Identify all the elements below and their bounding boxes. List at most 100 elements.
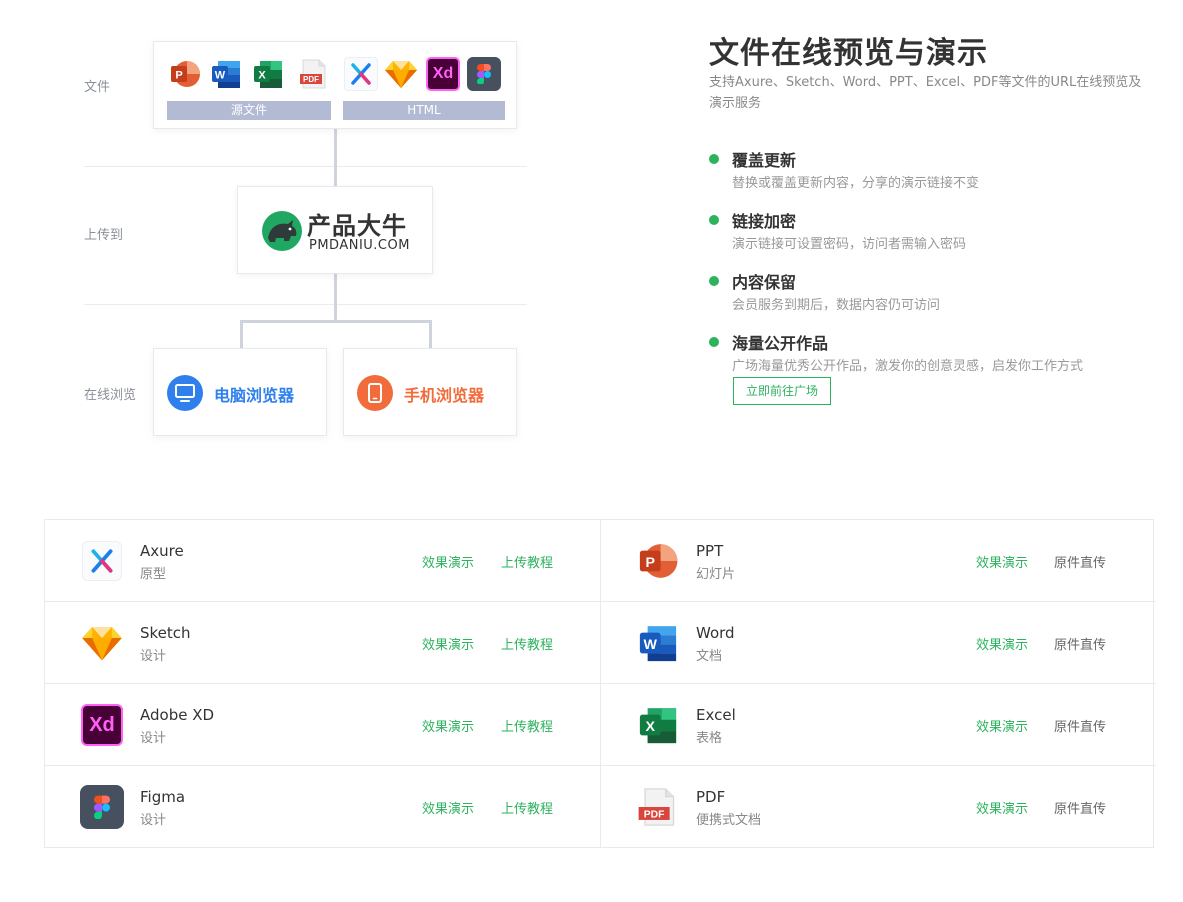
direct-upload-link[interactable]: 原件直传 — [1054, 634, 1106, 653]
desktop-browser-label: 电脑浏览器 — [214, 386, 295, 405]
svg-text:P: P — [175, 70, 182, 82]
brand-domain: PMDANIU.COM — [309, 238, 410, 253]
source-files-bar: 源文件 — [167, 101, 331, 120]
figma-icon — [80, 785, 124, 829]
upload-tutorial-link[interactable]: 上传教程 — [501, 798, 553, 817]
page-description: 支持Axure、Sketch、Word、PPT、Excel、PDF等文件的URL… — [709, 75, 1142, 111]
table-row: X Excel 表格 效果演示 原件直传 — [601, 684, 1156, 766]
file-type-name: Sketch — [140, 624, 191, 642]
file-type-name: Excel — [696, 706, 736, 724]
goto-square-button[interactable]: 立即前往广场 — [733, 377, 831, 405]
demo-link[interactable]: 效果演示 — [422, 798, 474, 817]
table-row: P PPT 幻灯片 效果演示 原件直传 — [601, 520, 1156, 602]
svg-text:PDF: PDF — [644, 809, 665, 820]
file-type-name: PDF — [696, 788, 726, 806]
excel-icon: X — [636, 703, 680, 747]
file-type-name: Axure — [140, 542, 184, 560]
phone-icon — [357, 375, 393, 411]
feature-desc: 替换或覆盖更新内容，分享的演示链接不变 — [732, 176, 980, 191]
bullet-dot-icon — [709, 154, 719, 164]
svg-text:PDF: PDF — [303, 75, 319, 84]
file-type-category: 设计 — [140, 731, 167, 746]
feature-title: 覆盖更新 — [732, 151, 797, 170]
table-row: Xd Adobe XD 设计 效果演示 上传教程 — [45, 684, 600, 766]
connector-line — [429, 320, 432, 348]
brand-name: 产品大牛 — [307, 212, 407, 240]
demo-link[interactable]: 效果演示 — [976, 716, 1028, 735]
file-type-category: 表格 — [696, 731, 723, 746]
demo-link[interactable]: 效果演示 — [422, 634, 474, 653]
upload-tutorial-link[interactable]: 上传教程 — [501, 552, 553, 571]
feature-desc: 会员服务到期后，数据内容仍可访问 — [732, 298, 941, 313]
rhino-logo-icon — [262, 211, 302, 251]
desktop-browser-card: 电脑浏览器 — [153, 348, 327, 436]
sketch-icon — [80, 621, 124, 665]
feature-title: 海量公开作品 — [732, 334, 829, 353]
row-label-browse: 在线浏览 — [84, 388, 137, 403]
axure-icon — [80, 539, 124, 583]
html-files-bar: HTML — [343, 101, 505, 120]
feature-desc: 广场海量优秀公开作品，激发你的创意灵感，启发你工作方式 — [732, 359, 1084, 374]
svg-text:X: X — [645, 719, 655, 735]
demo-link[interactable]: 效果演示 — [422, 716, 474, 735]
figma-icon — [467, 57, 501, 91]
svg-text:W: W — [215, 70, 226, 82]
svg-text:X: X — [258, 70, 266, 82]
direct-upload-link[interactable]: 原件直传 — [1054, 552, 1106, 571]
divider — [84, 166, 527, 167]
table-row: W Word 文档 效果演示 原件直传 — [601, 602, 1156, 684]
file-type-table: Axure 原型 效果演示 上传教程 Sketch 设计 效果演示 上传教程 X… — [44, 519, 1156, 848]
files-card: P W X PDF Xd 源文件 HTML — [153, 41, 517, 129]
demo-link[interactable]: 效果演示 — [422, 552, 474, 571]
sketch-icon — [384, 57, 418, 91]
table-row: Figma 设计 效果演示 上传教程 — [45, 766, 600, 848]
file-type-category: 设计 — [140, 813, 167, 828]
xd-icon: Xd — [80, 703, 124, 747]
bullet-dot-icon — [709, 276, 719, 286]
table-row: PDF PDF 便携式文档 效果演示 原件直传 — [601, 766, 1156, 848]
demo-link[interactable]: 效果演示 — [976, 798, 1028, 817]
direct-upload-link[interactable]: 原件直传 — [1054, 716, 1106, 735]
divider — [84, 304, 527, 305]
bullet-dot-icon — [709, 215, 719, 225]
file-type-category: 原型 — [140, 567, 167, 582]
file-type-name: Figma — [140, 788, 186, 806]
brand-card: 产品大牛 PMDANIU.COM — [237, 186, 433, 274]
mobile-browser-card: 手机浏览器 — [343, 348, 517, 436]
direct-upload-link[interactable]: 原件直传 — [1054, 798, 1106, 817]
xd-icon: Xd — [426, 57, 460, 91]
row-label-upload: 上传到 — [84, 228, 124, 243]
upload-tutorial-link[interactable]: 上传教程 — [501, 716, 553, 735]
table-row: Sketch 设计 效果演示 上传教程 — [45, 602, 600, 684]
pdf-icon: PDF — [296, 57, 330, 91]
word-icon: W — [209, 57, 243, 91]
feature-desc: 演示链接可设置密码，访问者需输入密码 — [732, 237, 967, 252]
pdf-icon: PDF — [636, 785, 680, 829]
upload-tutorial-link[interactable]: 上传教程 — [501, 634, 553, 653]
connector-line — [334, 273, 337, 320]
file-type-category: 文档 — [696, 649, 723, 664]
file-type-name: PPT — [696, 542, 724, 560]
table-row: Axure 原型 效果演示 上传教程 — [45, 520, 600, 602]
word-icon: W — [636, 621, 680, 665]
connector-line — [240, 320, 432, 323]
monitor-icon — [167, 375, 203, 411]
demo-link[interactable]: 效果演示 — [976, 552, 1028, 571]
ppt-icon: P — [636, 539, 680, 583]
svg-text:P: P — [645, 555, 654, 571]
file-type-category: 幻灯片 — [696, 567, 736, 582]
axure-icon — [344, 57, 378, 91]
file-type-name: Adobe XD — [140, 706, 215, 724]
excel-icon: X — [251, 57, 285, 91]
page-title: 文件在线预览与演示 — [709, 36, 988, 71]
bullet-dot-icon — [709, 337, 719, 347]
file-type-name: Word — [696, 624, 735, 642]
demo-link[interactable]: 效果演示 — [976, 634, 1028, 653]
mobile-browser-label: 手机浏览器 — [404, 386, 485, 405]
svg-text:W: W — [644, 637, 658, 653]
ppt-icon: P — [168, 57, 202, 91]
feature-title: 内容保留 — [732, 273, 797, 292]
file-type-category: 设计 — [140, 649, 167, 664]
row-label-files: 文件 — [84, 80, 111, 95]
feature-title: 链接加密 — [732, 212, 797, 231]
